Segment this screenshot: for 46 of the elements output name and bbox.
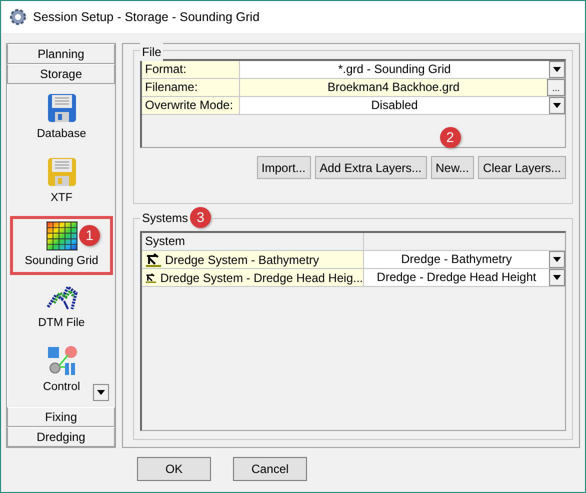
property-label: Filename: [142,79,240,96]
dropdown-button[interactable] [549,61,565,78]
caret-icon [553,257,561,262]
system-value[interactable]: Dredge - Bathymetry [364,251,549,268]
dropdown-button[interactable] [549,269,565,286]
sidebar-item[interactable]: Sounding Grid 1 [10,216,113,275]
annotation-marker: 1 [79,224,100,246]
property-value[interactable]: Broekman4 Backhoe.grd [240,79,547,96]
control-diagram-icon [46,345,78,377]
dropdown-button[interactable] [549,97,565,114]
property-label: Format: [142,61,240,78]
caret-icon [553,275,561,280]
group-legend: Systems [142,208,188,226]
sidebar-section-header[interactable]: Fixing [7,407,115,427]
scroll-down-button[interactable] [93,384,109,401]
caret-icon [553,103,561,108]
sidebar-item[interactable]: Database [10,87,113,148]
action-button[interactable]: Clear Layers... [478,156,566,179]
sidebar-item[interactable]: DTM File [10,278,113,337]
sidebar-section-header[interactable]: Planning [7,44,115,64]
group-legend: File [142,43,162,61]
property-label: Overwrite Mode: [142,97,240,114]
dredge-icon [145,270,156,284]
property-value[interactable]: Disabled [240,97,549,114]
column-header: System [142,233,364,250]
dredge-icon [145,252,161,266]
dropdown-button[interactable] [549,251,565,268]
browse-button[interactable]: ... [547,79,565,96]
caret-icon [97,390,105,395]
system-value[interactable]: Dredge - Dredge Head Height [364,269,549,286]
system-name: Dredge System - Dredge Head Heig... [160,270,363,286]
system-name: Dredge System - Bathymetry [165,252,320,268]
caret-icon [553,67,561,72]
window-title: Session Setup - Storage - Sounding Grid [33,8,260,26]
gear-icon [9,8,27,26]
action-button[interactable]: Import... [256,156,311,179]
dialog-button[interactable]: OK [137,457,211,481]
sidebar-item[interactable]: Control [10,340,113,402]
property-value[interactable]: *.grd - Sounding Grid [240,61,549,78]
sidebar-item[interactable]: XTF [10,151,113,212]
action-button[interactable]: Add Extra Layers... [314,156,427,179]
sidebar-section-header[interactable]: Dredging [7,427,115,447]
annotation-marker: 3 [190,207,212,228]
dialog-button[interactable]: Cancel [233,457,307,481]
color-grid-icon [46,220,78,250]
sidebar-section-header[interactable]: Storage [7,64,115,84]
